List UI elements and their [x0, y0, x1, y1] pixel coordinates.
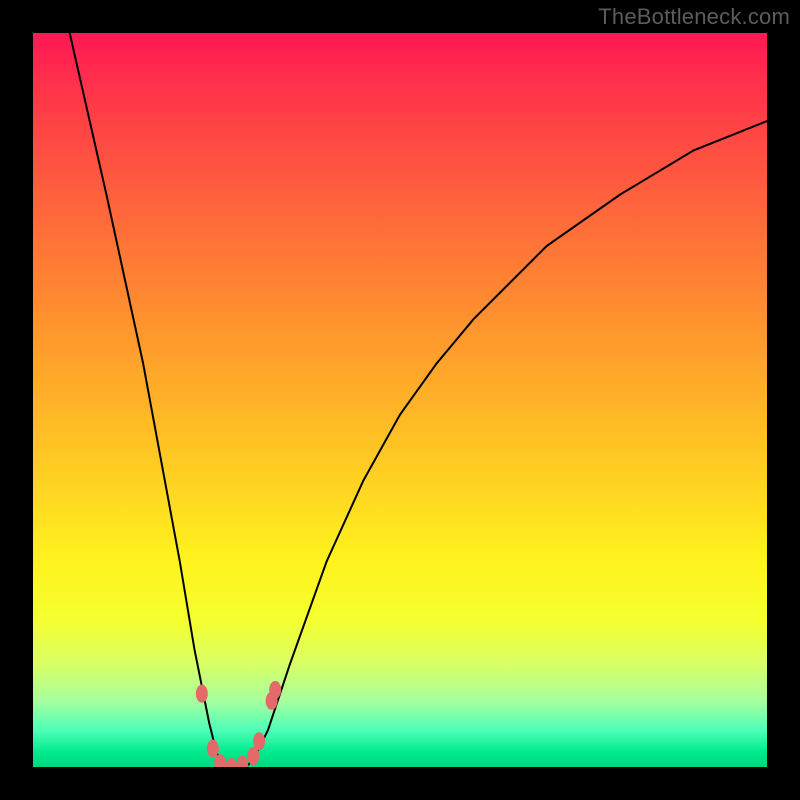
plot-area [33, 33, 767, 767]
curve-marker-dot [236, 756, 248, 767]
bottleneck-curve-path [70, 33, 767, 767]
curve-marker-dot [207, 740, 219, 758]
curve-marker-dot [269, 681, 281, 699]
curve-marker-dot [225, 758, 237, 767]
curve-marker-dot [196, 685, 208, 703]
watermark-text: TheBottleneck.com [598, 4, 790, 30]
bottleneck-curve-svg [33, 33, 767, 767]
chart-frame: TheBottleneck.com [0, 0, 800, 800]
curve-marker-dot [253, 732, 265, 750]
